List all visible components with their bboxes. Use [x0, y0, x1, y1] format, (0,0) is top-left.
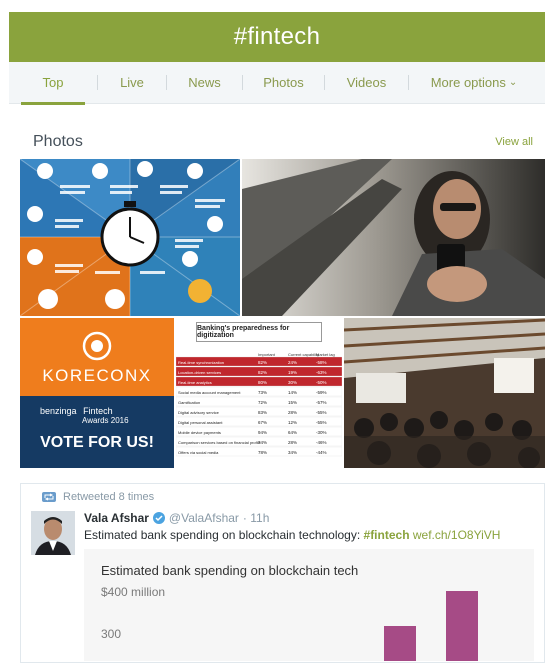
table-cell: 24% — [288, 360, 297, 365]
table-cell: 82% — [258, 360, 267, 365]
table-cell: 78% — [258, 450, 267, 455]
tab-more-options[interactable]: More options ⌄ — [409, 62, 539, 104]
embed-chart-title: Estimated bank spending on blockchain te… — [101, 563, 359, 578]
table-cell: 82% — [258, 370, 267, 375]
table-cell: Real-time synchronization — [178, 360, 224, 365]
award-brand-text: benzinga — [40, 406, 77, 416]
table-cell: Comparison services based on financial p… — [178, 440, 261, 445]
table-header-cell: Market lag — [316, 352, 335, 357]
table-header-cell: Current capability — [288, 352, 319, 357]
chart-bar — [446, 591, 478, 661]
table-cell: -59% — [316, 390, 327, 395]
tweet-body: Estimated bank spending on blockchain te… — [84, 528, 364, 542]
table-cell: Gamification — [178, 400, 200, 405]
hashtag-link[interactable]: #fintech — [364, 528, 410, 542]
table-cell: 83% — [258, 410, 267, 415]
page-title: #fintech — [233, 23, 321, 50]
photo-man-with-phone[interactable] — [242, 159, 545, 316]
award-line1: Fintech — [83, 406, 113, 416]
table-cell: -57% — [316, 400, 327, 405]
table-cell: Real-time analytics — [178, 380, 212, 385]
photo-banking-table[interactable]: Banking's preparedness for digitization … — [176, 318, 342, 468]
award-panel: benzinga Fintech Awards 2016 VOTE FOR US… — [20, 396, 174, 468]
embed-axis-label-top: $400 million — [101, 585, 166, 599]
photo-conference-audience[interactable] — [344, 318, 545, 468]
tweet-time[interactable]: · 11h — [243, 511, 269, 525]
tweet-url-link[interactable]: wef.ch/1O8YiVH — [413, 528, 501, 542]
tab-top[interactable]: Top — [9, 62, 97, 105]
table-cell: -50% — [316, 380, 327, 385]
verified-badge-icon — [152, 512, 165, 524]
man-phone-image — [242, 159, 545, 316]
banking-table: Important Current capabilityMarket lag Rea… — [176, 352, 342, 457]
tab-bar: Top Live News Photos Videos More options… — [9, 62, 545, 105]
chevron-down-icon: ⌄ — [508, 77, 518, 88]
koreconx-brand: KORECONX — [42, 366, 152, 385]
tab-more-options-label: More options — [430, 75, 506, 90]
table-cell: 94% — [258, 430, 267, 435]
table-cell: 34% — [288, 450, 297, 455]
audience-image — [344, 318, 545, 468]
table-cell: -63% — [316, 370, 327, 375]
table-cell: -58% — [316, 360, 327, 365]
table-cell: 64% — [288, 430, 297, 435]
table-cell: 19% — [288, 370, 297, 375]
award-brand: benzinga Fintech — [40, 406, 113, 416]
page: #fintech Top Live News Photos Videos Mor… — [0, 0, 549, 663]
table-cell: 28% — [288, 410, 297, 415]
avatar[interactable] — [31, 511, 75, 555]
retweet-indicator: Retweeted 8 times — [42, 491, 154, 503]
table-cell: 80% — [258, 380, 267, 385]
tab-videos[interactable]: Videos — [325, 62, 408, 104]
table-cell: -55% — [316, 420, 327, 425]
table-cell: 73% — [258, 390, 267, 395]
table-cell: -46% — [316, 440, 327, 445]
retweet-count: Retweeted 8 times — [63, 491, 155, 503]
author-handle[interactable]: @ValaAfshar — [169, 511, 239, 525]
vote-text: VOTE FOR US! — [40, 434, 154, 451]
tweet-embedded-chart[interactable]: Estimated bank spending on blockchain te… — [84, 549, 534, 661]
photo-fintech-infographic[interactable] — [20, 159, 240, 316]
infographic-image — [20, 159, 240, 316]
table-cell: 28% — [288, 440, 297, 445]
author-name[interactable]: Vala Afshar — [84, 511, 149, 525]
table-cell: Digital advisory service — [178, 410, 220, 415]
table-cell: 72% — [258, 400, 267, 405]
avatar-image — [31, 511, 75, 555]
award-line2: Awards 2016 — [82, 416, 129, 425]
table-cell: -55% — [316, 410, 327, 415]
table-cell: 67% — [258, 420, 267, 425]
koreconx-banner: KORECONX — [20, 318, 174, 396]
table-cell: Digital personal assistant — [178, 420, 223, 425]
table-cell: 12% — [288, 420, 297, 425]
table-cell: Location-driven services — [178, 370, 221, 375]
table-cell: 30% — [288, 380, 297, 385]
table-cell: 15% — [288, 400, 297, 405]
table-cell: -44% — [316, 450, 327, 455]
chart-bar — [384, 626, 416, 661]
tab-news[interactable]: News — [167, 62, 242, 104]
table-header-cell: Important — [258, 352, 276, 357]
table-cell: Social media account management — [178, 390, 241, 395]
photos-title: Photos — [33, 133, 83, 150]
table-cell: -30% — [316, 430, 327, 435]
table-cell: Mobile device payments — [178, 430, 221, 435]
table-cell: Offers via social media — [178, 450, 219, 455]
tweet-header: Vala Afshar @ValaAfshar · 11h — [84, 511, 269, 525]
tab-live[interactable]: Live — [98, 62, 166, 104]
embed-axis-label-mid: 300 — [101, 627, 122, 641]
photo-koreconx-vote[interactable]: KORECONX benzinga Fintech Awards 2016 VO… — [20, 318, 174, 468]
retweet-icon — [42, 492, 56, 502]
photos-header: Photos View all — [33, 130, 533, 154]
view-all-link[interactable]: View all — [495, 136, 533, 148]
search-header: #fintech — [9, 12, 545, 62]
tweet-text: Estimated bank spending on blockchain te… — [84, 528, 500, 542]
tab-photos[interactable]: Photos — [243, 62, 324, 104]
table-cell: 14% — [288, 390, 297, 395]
table-cell: 74% — [258, 440, 267, 445]
